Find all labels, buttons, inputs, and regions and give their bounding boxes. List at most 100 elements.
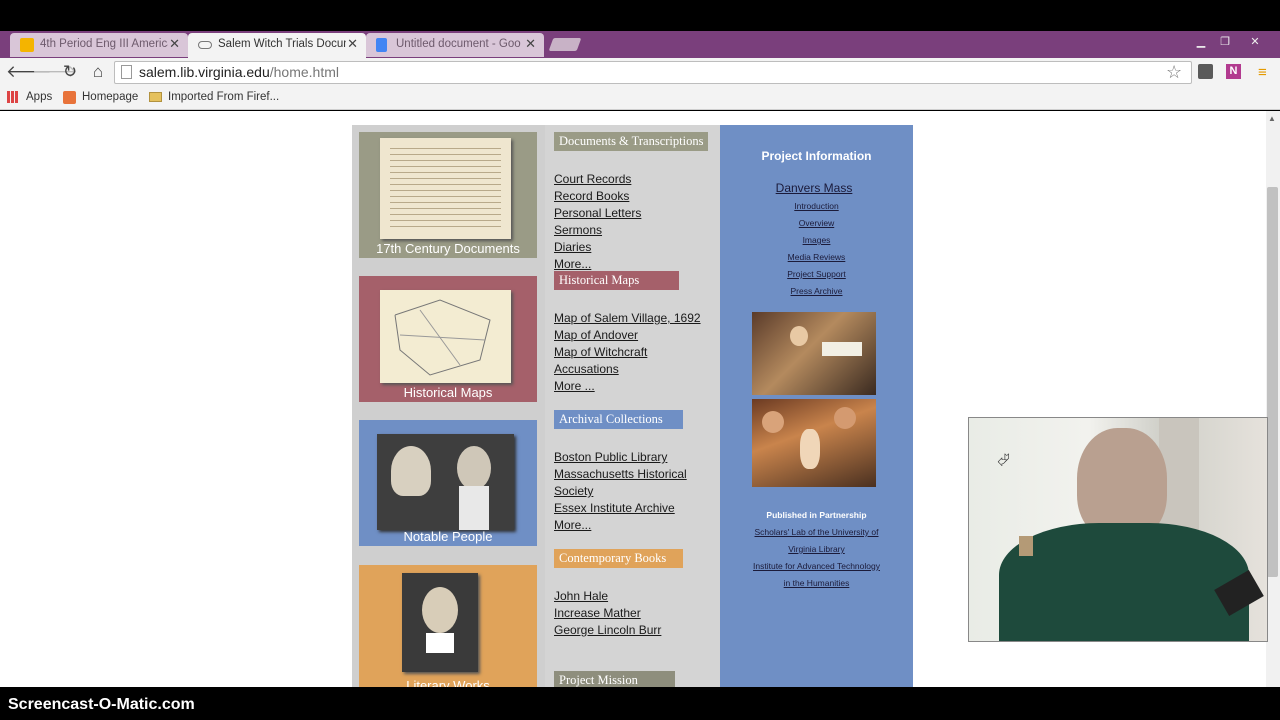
tab-salem[interactable]: Salem Witch Trials Docum ✕ [188,33,366,58]
mouse-cursor-icon: ⮰ [997,452,1010,469]
link-overview[interactable]: Overview [720,218,913,228]
tab-doc[interactable]: Untitled document - Goo ✕ [366,33,544,57]
bookmark-imported-folder[interactable]: Imported From Firef... [168,91,279,103]
tab-label: 4th Period Eng III America [40,38,168,50]
link-personal-letters[interactable]: Personal Letters [554,206,641,220]
homepage-icon [63,91,76,104]
link-press-archive[interactable]: Press Archive [720,286,913,296]
portrait-face [422,587,458,633]
link-maps-more[interactable]: More ... [554,379,595,393]
reload-icon[interactable]: ↻ [60,62,80,82]
scroll-up-icon[interactable]: ▲ [1268,114,1276,123]
map-image [380,290,511,383]
link-iath[interactable]: Institute for Advanced Technology [720,561,913,571]
webcam-shirt [999,523,1249,641]
portrait-face-right [457,446,491,490]
link-boston-public-library[interactable]: Boston Public Library [554,450,667,464]
tab-eng[interactable]: 4th Period Eng III America ✕ [10,33,188,57]
portrait-collar [459,486,489,530]
manuscript-image [380,138,511,239]
link-essex-institute[interactable]: Essex Institute Archive [554,501,675,515]
menu-icon[interactable]: ≡ [1258,64,1267,81]
link-scholars-lab[interactable]: Scholars' Lab of the University of [720,527,913,537]
painting-paper [822,342,862,356]
link-images[interactable]: Images [720,235,913,245]
close-icon[interactable]: ✕ [169,36,180,52]
bookmark-homepage[interactable]: Homepage [82,91,138,103]
link-project-support[interactable]: Project Support [720,269,913,279]
star-icon[interactable]: ☆ [1166,62,1182,83]
link-society[interactable]: Society [554,484,593,498]
onenote-icon[interactable]: N [1226,64,1241,79]
portrait-face-left [391,446,431,496]
link-archival-more[interactable]: More... [554,518,591,532]
hawthorne-portrait [402,573,478,672]
forward-icon[interactable]: 🡒 [32,62,78,82]
link-court-records[interactable]: Court Records [554,172,631,186]
scrollbar-thumb[interactable] [1267,187,1278,577]
back-icon[interactable]: 🡐 [6,62,52,82]
books-heading: Contemporary Books [554,549,683,568]
card-historical-maps[interactable]: Historical Maps [359,276,537,402]
link-sermons[interactable]: Sermons [554,223,602,237]
link-introduction[interactable]: Introduction [720,201,913,211]
mission-heading: Project Mission [554,671,675,687]
link-map-salem-village[interactable]: Map of Salem Village, 1692 [554,311,701,325]
card-title: 17th Century Documents [376,241,520,256]
minimize-icon[interactable]: ▁ [1190,36,1212,48]
new-tab-button[interactable] [548,38,582,51]
url-domain: salem.lib.virginia.edu [139,64,270,80]
portraits-image [377,434,514,530]
maps-heading: Historical Maps [554,271,679,290]
link-record-books[interactable]: Record Books [554,189,629,203]
url-path: /home.html [269,64,339,80]
link-map-andover[interactable]: Map of Andover [554,328,638,342]
card-17th-century-documents[interactable]: 17th Century Documents [359,132,537,258]
link-increase-mather[interactable]: Increase Mather [554,606,641,620]
window-close-icon[interactable]: ✕ [1244,36,1266,48]
close-icon[interactable]: ✕ [347,36,358,52]
card-literary-works[interactable]: Literary Works [359,565,537,693]
tab-label: Untitled document - Goo [396,38,521,50]
link-documents-more[interactable]: More... [554,257,591,271]
link-map-witchcraft[interactable]: Map of Witchcraft [554,345,647,359]
link-humanities[interactable]: in the Humanities [720,578,913,588]
classroom-icon [20,38,34,52]
link-diaries[interactable]: Diaries [554,240,591,254]
archival-heading: Archival Collections [554,410,683,429]
bookmark-apps[interactable]: Apps [26,91,52,103]
project-info-heading: Project Information [761,149,872,163]
card-notable-people[interactable]: Notable People [359,420,537,546]
link-map-accusations[interactable]: Accusations [554,362,619,376]
link-george-lincoln-burr[interactable]: George Lincoln Burr [554,623,661,637]
card-title: Historical Maps [403,385,493,400]
map-lines [394,299,491,376]
apps-icon [7,91,19,103]
card-title: Notable People [403,529,493,544]
link-danvers-mass[interactable]: Danvers Mass [720,181,908,195]
documents-heading: Documents & Transcriptions [554,132,709,151]
docs-icon [376,38,387,52]
painting-face-3 [834,407,856,429]
restore-icon[interactable]: ❐ [1214,36,1236,48]
page-icon [121,65,132,79]
extension-icon[interactable] [1198,64,1213,79]
link-media-reviews[interactable]: Media Reviews [720,252,913,262]
home-icon[interactable]: ⌂ [88,62,108,82]
webcam-cup [1019,536,1033,556]
painting-figure-2 [800,429,820,469]
link-john-hale[interactable]: John Hale [554,589,608,603]
screencast-watermark: Screencast-O-Matic.com [8,696,195,713]
painting-crowd-image [752,399,876,487]
close-icon[interactable]: ✕ [525,36,536,52]
screen-top-bar [0,0,1280,31]
published-heading: Published in Partnership [766,510,867,520]
painting-face-1 [762,411,784,433]
painting-trial-image [752,312,876,395]
folder-icon [149,92,162,102]
link-icon [198,41,212,49]
portrait-collar [426,633,454,653]
tab-label: Salem Witch Trials Docum [218,38,346,50]
link-virginia-library[interactable]: Virginia Library [720,544,913,554]
link-massachusetts-historical[interactable]: Massachusetts Historical [554,467,687,481]
